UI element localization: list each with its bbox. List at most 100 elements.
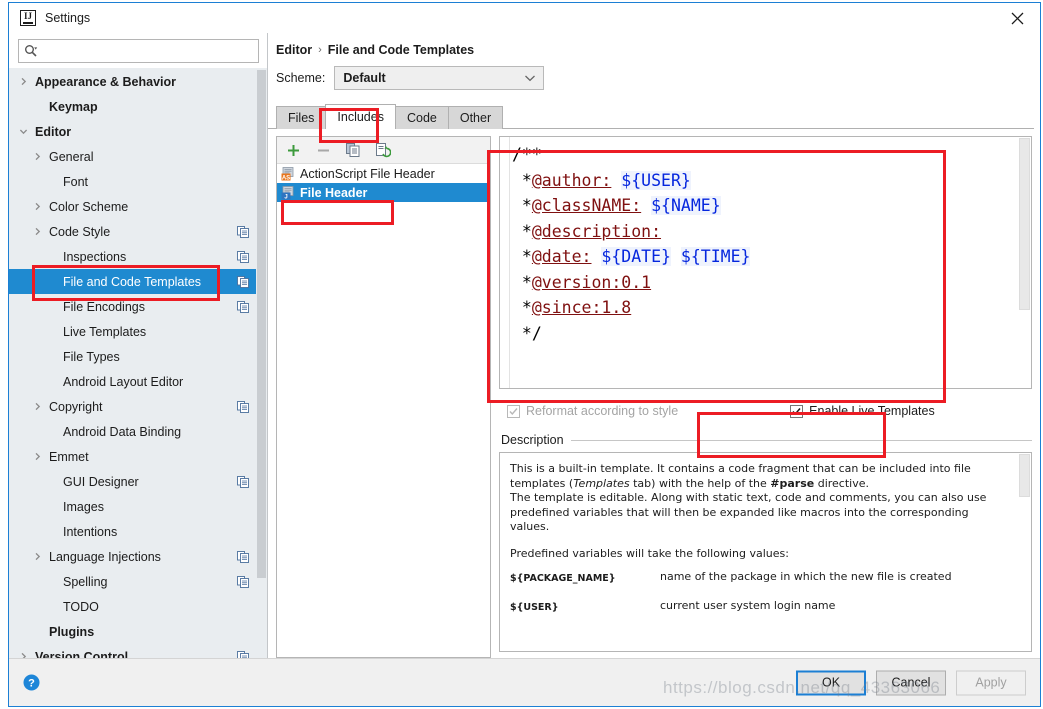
close-icon[interactable] [994, 3, 1040, 33]
sidebar-item-label: Copyright [49, 399, 103, 414]
sidebar-scrollbar[interactable] [256, 68, 267, 658]
reset-icon[interactable] [375, 142, 391, 158]
description-scrollbar[interactable] [1018, 453, 1031, 651]
sidebar-scrollbar-thumb[interactable] [257, 70, 266, 578]
sidebar-item-gui-designer[interactable]: GUI Designer [9, 469, 267, 494]
code-token-var: ${USER} [621, 170, 691, 190]
tab-includes[interactable]: Includes [325, 104, 396, 129]
checkbox-box[interactable] [790, 404, 804, 418]
sidebar-item-inspections[interactable]: Inspections [9, 244, 267, 269]
sidebar-item-copyright[interactable]: Copyright [9, 394, 267, 419]
copy-settings-icon[interactable] [237, 575, 249, 588]
sidebar-item-general[interactable]: General [9, 144, 267, 169]
copy-settings-icon[interactable] [237, 550, 249, 563]
chevron-right-icon[interactable] [31, 550, 44, 563]
chevron-right-icon[interactable] [17, 75, 30, 88]
code-token-var: ${DATE} [601, 247, 671, 266]
help-icon[interactable]: ? [23, 674, 40, 691]
sidebar-item-android-data-binding[interactable]: Android Data Binding [9, 419, 267, 444]
cancel-button[interactable]: Cancel [876, 670, 946, 695]
editor-scrollbar[interactable] [1018, 137, 1031, 388]
variable-name: ${PACKAGE_NAME} [510, 573, 616, 584]
breadcrumb-separator-icon: › [318, 44, 322, 56]
sidebar-item-color-scheme[interactable]: Color Scheme [9, 194, 267, 219]
breadcrumb-parent[interactable]: Editor [276, 43, 312, 57]
chevron-right-icon[interactable] [31, 450, 44, 463]
description-paragraph-3: Predefined variables will take the follo… [510, 546, 789, 560]
main-split: AS ActionScript File Header J File Header /… [268, 129, 1040, 658]
file-template-icon: J [281, 185, 295, 200]
code-token-tag: @since:1.8 [531, 298, 632, 317]
sidebar-item-editor[interactable]: Editor [9, 119, 267, 144]
dialog-body: Appearance & Behavior Keymap Editor General… [9, 33, 1040, 658]
description-scrollbar-thumb[interactable] [1019, 454, 1030, 497]
copy-settings-icon[interactable] [237, 400, 249, 413]
copy-settings-icon[interactable] [237, 250, 249, 263]
sidebar-item-font[interactable]: Font [9, 169, 267, 194]
sidebar-item-language-injections[interactable]: Language Injections [9, 544, 267, 569]
copy-settings-icon[interactable] [237, 225, 249, 238]
chevron-right-icon[interactable] [31, 400, 44, 413]
plus-icon[interactable] [285, 142, 301, 158]
search-box[interactable] [18, 39, 259, 63]
scheme-label: Scheme: [276, 71, 326, 85]
sidebar-item-todo[interactable]: TODO [9, 594, 267, 619]
sidebar-item-images[interactable]: Images [9, 494, 267, 519]
ok-button[interactable]: OK [796, 670, 866, 695]
sidebar-item-label: TODO [63, 599, 99, 614]
copy-settings-icon[interactable] [237, 275, 249, 288]
sidebar-item-file-encodings[interactable]: File Encodings [9, 294, 267, 319]
chevron-down-icon[interactable] [17, 125, 30, 138]
reformat-checkbox[interactable]: Reformat according to style [507, 404, 678, 418]
code-line: *@version:0.1 [512, 270, 1031, 296]
list-item[interactable]: AS ActionScript File Header [277, 164, 490, 183]
dialog-button-bar: ? OK Cancel Apply [9, 658, 1040, 706]
enable-live-templates-checkbox[interactable]: Enable Live Templates [790, 404, 935, 418]
sidebar-item-version-control[interactable]: Version Control [9, 644, 267, 658]
template-list-toolbar [277, 137, 490, 164]
scheme-select[interactable]: Default [334, 66, 545, 90]
code-token-plain: * [512, 298, 532, 317]
tab-files[interactable]: Files [276, 106, 327, 129]
list-item[interactable]: J File Header [277, 183, 490, 202]
editor-scrollbar-thumb[interactable] [1019, 138, 1030, 310]
code-line: /** [512, 142, 1031, 168]
editor-code[interactable]: /** *@author: ${USER} *@classNAME: ${NAM… [510, 137, 1031, 388]
search-input[interactable] [41, 43, 253, 59]
chevron-right-icon[interactable] [31, 200, 44, 213]
sidebar-item-plugins[interactable]: Plugins [9, 619, 267, 644]
sidebar-item-label: Emmet [49, 449, 89, 464]
checkbox-box[interactable] [507, 404, 520, 418]
sidebar-item-file-and-code-templates[interactable]: File and Code Templates [9, 269, 267, 294]
sidebar-item-code-style[interactable]: Code Style [9, 219, 267, 244]
chevron-right-icon[interactable] [31, 225, 44, 238]
copy-icon[interactable] [345, 142, 361, 158]
copy-settings-icon[interactable] [237, 300, 249, 313]
sidebar-item-spelling[interactable]: Spelling [9, 569, 267, 594]
desc-p1-bold: #parse [770, 476, 815, 490]
minus-icon[interactable] [315, 142, 331, 158]
sidebar-item-emmet[interactable]: Emmet [9, 444, 267, 469]
sidebar-item-label: Spelling [63, 574, 108, 589]
sidebar-item-intentions[interactable]: Intentions [9, 519, 267, 544]
sidebar-item-keymap[interactable]: Keymap [9, 94, 267, 119]
tabs-area: Files Includes Code Other [268, 104, 1040, 129]
sidebar-item-appearance-behavior[interactable]: Appearance & Behavior [9, 69, 267, 94]
template-editor[interactable]: /** *@author: ${USER} *@classNAME: ${NAM… [499, 136, 1032, 389]
sidebar-item-label: Appearance & Behavior [35, 74, 177, 89]
sidebar-item-file-types[interactable]: File Types [9, 344, 267, 369]
code-token-plain: * [512, 247, 532, 266]
sidebar-item-live-templates[interactable]: Live Templates [9, 319, 267, 344]
tab-code[interactable]: Code [394, 106, 449, 129]
chevron-right-icon[interactable] [17, 650, 30, 658]
scheme-row: Scheme: Default [268, 57, 1040, 90]
tab-other[interactable]: Other [447, 106, 504, 129]
chevron-right-icon[interactable] [31, 150, 44, 163]
copy-settings-icon[interactable] [237, 650, 249, 658]
sidebar-item-android-layout-editor[interactable]: Android Layout Editor [9, 369, 267, 394]
code-token-plain: /** [512, 145, 542, 164]
copy-settings-icon[interactable] [237, 475, 249, 488]
